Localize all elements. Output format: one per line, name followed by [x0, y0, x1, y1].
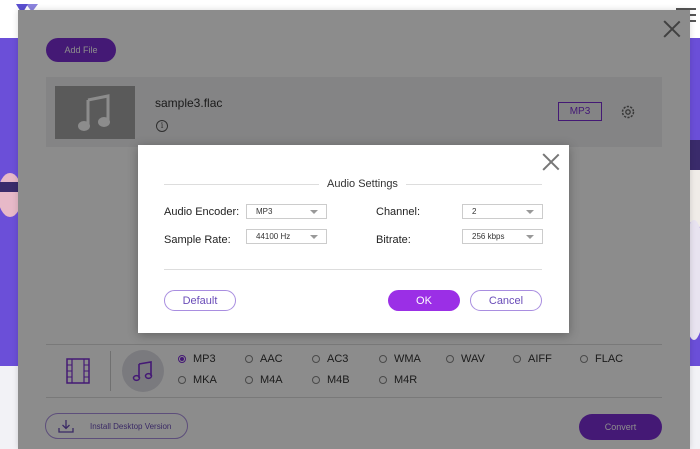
audio-encoder-select[interactable]: MP3 — [246, 204, 327, 219]
sample-rate-label: Sample Rate: — [164, 234, 231, 246]
channel-select[interactable]: 2 — [462, 204, 543, 219]
chevron-down-icon — [310, 210, 318, 214]
audio-encoder-label: Audio Encoder: — [164, 206, 240, 218]
channel-label: Channel: — [376, 206, 421, 218]
bitrate-select[interactable]: 256 kbps — [462, 229, 543, 244]
close-dialog-icon[interactable] — [542, 153, 560, 171]
chevron-down-icon — [526, 235, 534, 239]
default-button[interactable]: Default — [164, 290, 236, 311]
channel-value: 2 — [472, 207, 477, 216]
ok-button[interactable]: OK — [388, 290, 460, 311]
sample-rate-select[interactable]: 44100 Hz — [246, 229, 327, 244]
audio-settings-dialog: Audio Settings Audio Encoder: MP3 Channe… — [138, 145, 569, 333]
chevron-down-icon — [526, 210, 534, 214]
sample-rate-value: 44100 Hz — [256, 232, 291, 241]
bitrate-value: 256 kbps — [472, 232, 505, 241]
audio-encoder-value: MP3 — [256, 207, 273, 216]
dialog-title: Audio Settings — [319, 178, 406, 190]
divider — [164, 269, 542, 270]
bitrate-label: Bitrate: — [376, 234, 411, 246]
cancel-button[interactable]: Cancel — [470, 290, 542, 311]
chevron-down-icon — [310, 235, 318, 239]
